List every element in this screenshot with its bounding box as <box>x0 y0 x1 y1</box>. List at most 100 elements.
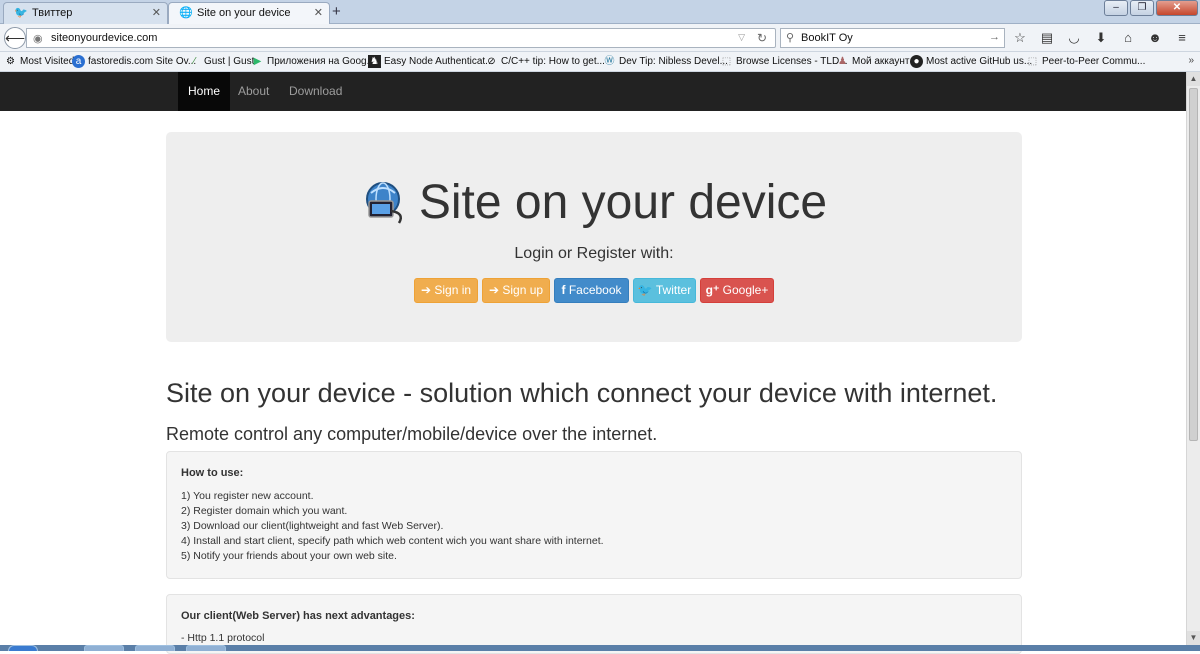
search-bar[interactable]: ⚲ BookIT Oy → <box>780 28 1005 48</box>
browser-tab-bar: 🐦 Твиттер ✕ 🌐 Site on your device ✕ + – … <box>0 0 1200 24</box>
page-scrollbar[interactable]: ▲ ▼ <box>1186 72 1200 645</box>
scrollbar-thumb[interactable] <box>1189 88 1198 441</box>
bookmark-my-account[interactable]: ♟ Мой аккаунт <box>836 56 909 67</box>
howto-step: 2) Register domain which you want. <box>181 505 348 517</box>
signup-icon: ➔ <box>488 283 499 297</box>
bookmark-google-play[interactable]: ▶ Приложения на Goog... <box>251 56 375 67</box>
history-dropdown-icon[interactable]: ▽ <box>738 32 745 43</box>
howto-step: 1) You register new account. <box>181 490 314 502</box>
twitter-button[interactable]: 🐦 Twitter <box>633 278 696 303</box>
taskbar-app[interactable] <box>135 645 175 651</box>
account-icon: ♟ <box>838 56 847 67</box>
scroll-down-arrow[interactable]: ▼ <box>1187 631 1200 645</box>
main-headline: Site on your device - solution which con… <box>166 378 998 408</box>
bookmarks-overflow-button[interactable]: » <box>1188 55 1194 66</box>
pocket-icon[interactable]: ◡ <box>1066 30 1082 46</box>
bookmark-label: C/C++ tip: How to get... <box>501 56 605 67</box>
facebook-label: Facebook <box>568 283 622 297</box>
site-identity-icon[interactable]: ◉ <box>33 32 43 45</box>
bookmark-p2p[interactable]: ⬚ Peer-to-Peer Commu... <box>1026 56 1146 67</box>
bookmark-label: Приложения на Goog... <box>267 56 375 67</box>
twitter-label: Twitter <box>655 283 692 297</box>
google-play-icon: ▶ <box>253 56 262 67</box>
bookmark-label: Easy Node Authenticat... <box>384 56 494 67</box>
bookmark-label: Gust | Gust <box>204 56 255 67</box>
back-button[interactable]: ⟵ <box>4 27 26 49</box>
bookmark-label: Мой аккаунт <box>852 56 910 67</box>
gear-icon: ⚙ <box>6 56 15 67</box>
hero-panel: Site on your device Login or Register wi… <box>166 132 1022 342</box>
minimize-button[interactable]: – <box>1104 0 1128 16</box>
bookmark-cpp-tip[interactable]: ⊘ C/C++ tip: How to get... <box>485 56 605 67</box>
hero-heading: Site on your device <box>166 175 1022 230</box>
search-go-icon[interactable]: → <box>989 31 1000 43</box>
chat-icon[interactable]: ☻ <box>1147 30 1163 46</box>
facebook-button[interactable]: f Facebook <box>554 278 629 303</box>
start-button[interactable] <box>8 645 38 651</box>
bookmark-label: Dev Tip: Nibless Devel... <box>619 56 728 67</box>
menu-icon[interactable]: ≡ <box>1174 30 1190 46</box>
taskbar-app[interactable] <box>84 645 124 651</box>
search-icon: ⚲ <box>786 32 795 44</box>
hero-subtitle: Login or Register with: <box>514 245 674 262</box>
howto-panel: How to use: 1) You register new account.… <box>166 451 1022 579</box>
bookmark-dev-tip[interactable]: Ⓦ Dev Tip: Nibless Devel... <box>603 56 728 67</box>
google-plus-icon: g⁺ <box>705 283 720 297</box>
bookmark-most-visited[interactable]: ⚙ Most Visited <box>4 56 74 67</box>
google-plus-label: Google+ <box>722 283 769 297</box>
signin-icon: ➔ <box>420 283 431 297</box>
tab-twitter[interactable]: 🐦 Твиттер ✕ <box>3 2 168 24</box>
signup-button[interactable]: ➔ Sign up <box>482 278 550 303</box>
reading-list-icon[interactable]: ▤ <box>1039 30 1055 46</box>
nav-home[interactable]: Home <box>178 72 231 111</box>
main-subheadline: Remote control any computer/mobile/devic… <box>166 424 658 444</box>
tab-site-title: Site on your device <box>197 7 291 19</box>
signup-label: Sign up <box>502 283 544 297</box>
site-navbar: Home About Download <box>0 72 1186 111</box>
taskbar-app[interactable] <box>186 645 226 651</box>
search-text: BookIT Oy <box>801 32 853 44</box>
url-text: siteonyourdevice.com <box>51 32 158 44</box>
advantages-title: Our client(Web Server) has next advantag… <box>181 610 415 622</box>
facebook-icon: f <box>561 283 566 297</box>
bookmark-easy-node[interactable]: ♞ Easy Node Authenticat... <box>368 55 494 68</box>
twitter-bird-icon: 🐦 <box>14 7 28 19</box>
signin-button[interactable]: ➔ Sign in <box>414 278 478 303</box>
home-icon[interactable]: ⌂ <box>1120 30 1136 46</box>
howto-step: 4) Install and start client, specify pat… <box>181 535 604 547</box>
new-tab-button[interactable]: + <box>332 3 341 20</box>
bookmark-star-icon[interactable]: ☆ <box>1012 30 1028 46</box>
gust-icon: ⁄ <box>193 56 196 67</box>
maximize-button[interactable]: ❐ <box>1130 0 1154 16</box>
github-icon: ● <box>910 55 923 68</box>
downloads-icon[interactable]: ⬇ <box>1093 30 1109 46</box>
close-tab-icon[interactable]: ✕ <box>314 6 323 19</box>
bookmark-label: Browse Licenses - TLD... <box>736 56 848 67</box>
howto-title: How to use: <box>181 467 244 479</box>
nav-download[interactable]: Download <box>289 72 342 111</box>
close-window-button[interactable]: ✕ <box>1156 0 1198 16</box>
bookmark-github[interactable]: ● Most active GitHub us... <box>910 55 1032 68</box>
globe-icon: 🌐 <box>179 7 193 19</box>
site-logo-icon <box>365 181 402 224</box>
page-icon: ⬚ <box>721 56 732 67</box>
google-plus-button[interactable]: g⁺ Google+ <box>700 278 774 303</box>
no-sign-icon: ⊘ <box>487 56 496 67</box>
bookmarks-bar: ⚙ Most Visited a fastoredis.com Site Ov...… <box>0 52 1200 72</box>
bookmark-label: Most Visited <box>20 56 75 67</box>
tab-site-on-your-device[interactable]: 🌐 Site on your device ✕ <box>168 2 330 24</box>
nav-about[interactable]: About <box>238 72 269 111</box>
bookmark-browse-licenses[interactable]: ⬚ Browse Licenses - TLD... <box>720 56 848 67</box>
bookmark-label: Peer-to-Peer Commu... <box>1042 56 1146 67</box>
bookmark-fastoredis[interactable]: a fastoredis.com Site Ov... <box>72 55 196 68</box>
close-tab-icon[interactable]: ✕ <box>152 6 161 19</box>
reload-icon[interactable]: ↻ <box>757 31 767 45</box>
easy-node-icon: ♞ <box>368 55 381 68</box>
window-controls: – ❐ ✕ <box>1104 0 1198 18</box>
tab-twitter-title: Твиттер <box>32 7 73 19</box>
wordpress-icon: Ⓦ <box>604 56 615 67</box>
address-bar[interactable]: ◉ siteonyourdevice.com ▽ ↻ <box>26 28 776 48</box>
bookmark-gust[interactable]: ⁄ Gust | Gust <box>188 56 255 67</box>
toolbar-icons: ☆ ▤ ◡ ⬇ ⌂ ☻ ≡ <box>1012 30 1190 46</box>
scroll-up-arrow[interactable]: ▲ <box>1187 72 1200 86</box>
